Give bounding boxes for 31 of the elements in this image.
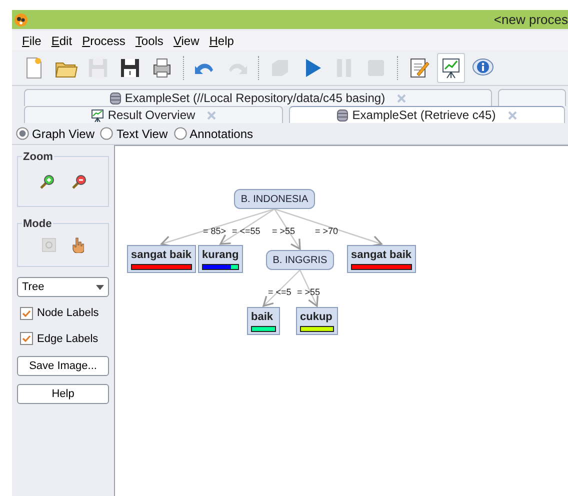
menu-item[interactable]: Process: [82, 32, 126, 50]
menu-item[interactable]: Edit: [51, 32, 72, 50]
edge-label: = <=5: [268, 286, 292, 299]
leaf-node[interactable]: sangat baik: [347, 245, 416, 273]
leaf-node[interactable]: sangat baik: [127, 245, 196, 273]
menu-item[interactable]: Tools: [135, 32, 164, 50]
radio-option[interactable]: Text View: [100, 124, 168, 142]
tree-node[interactable]: B. INGGRIS: [266, 250, 334, 270]
edge-label: = >55: [272, 225, 296, 238]
radio-option[interactable]: Annotations: [174, 124, 254, 142]
checkbox[interactable]: Node Labels: [17, 305, 109, 322]
tab[interactable]: ExampleSet (Retrieve c45): [289, 106, 565, 123]
menu-item[interactable]: View: [173, 32, 200, 50]
layout-dropdown[interactable]: Tree: [17, 277, 109, 297]
sidebar-button[interactable]: Help: [17, 384, 109, 404]
leaf-node[interactable]: kurang: [198, 245, 243, 273]
edge-label: = 85>: [203, 225, 226, 238]
radio-option[interactable]: Graph View: [16, 124, 94, 142]
sidebar-button[interactable]: Save Image...: [17, 356, 109, 376]
menu-item[interactable]: File: [22, 32, 42, 50]
edge-label: = >55: [297, 286, 320, 299]
checkbox[interactable]: Edge Labels: [17, 330, 109, 347]
window-title: <new proces: [494, 10, 568, 29]
tree-node[interactable]: B. INDONESIA: [234, 189, 315, 209]
edge-label: = <=55: [232, 225, 260, 238]
leaf-node[interactable]: baik: [247, 307, 280, 335]
edge-label: = >70: [315, 225, 338, 238]
tab[interactable]: ExampleSet (//Local Repository/data/c45 basing): [24, 89, 492, 106]
leaf-node[interactable]: cukup: [296, 307, 338, 335]
menu-item[interactable]: Help: [209, 32, 234, 50]
tab[interactable]: Result Overview: [24, 106, 283, 123]
